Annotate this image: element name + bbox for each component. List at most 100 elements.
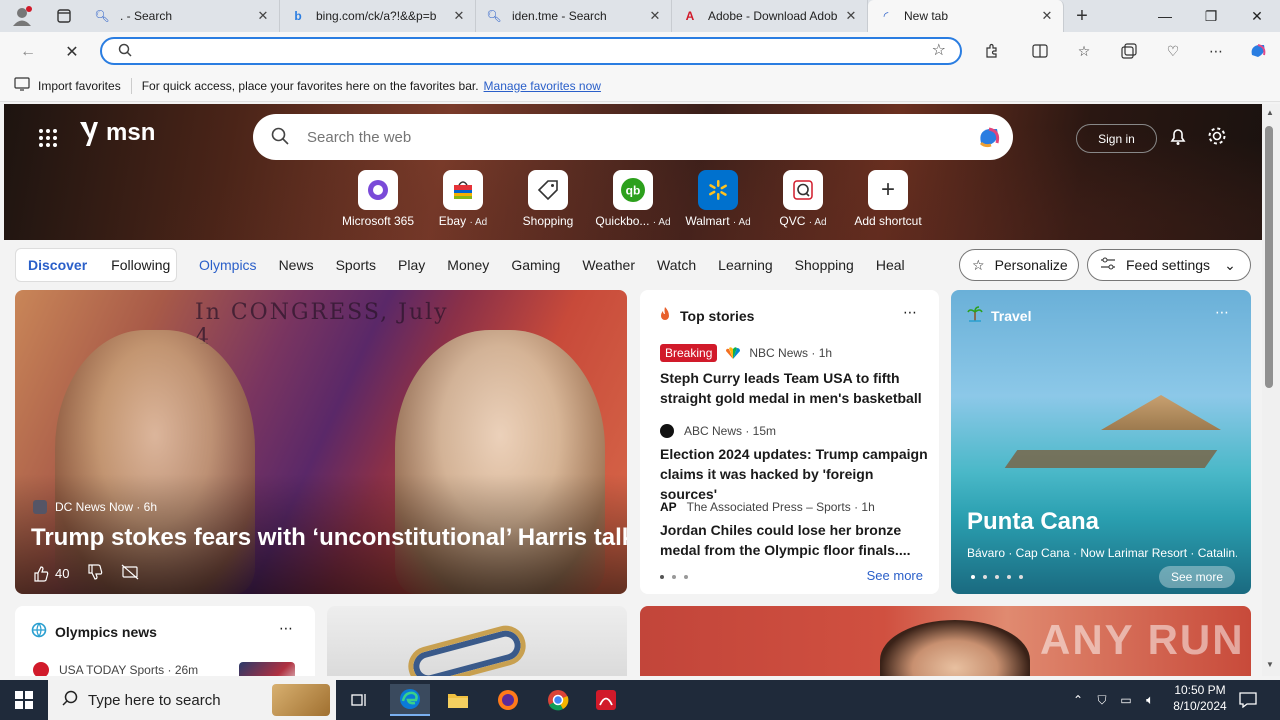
nav-link-olympics[interactable]: Olympics bbox=[199, 257, 257, 273]
windows-start-icon[interactable] bbox=[0, 680, 48, 720]
like-button[interactable]: 40 bbox=[33, 565, 69, 582]
story-title[interactable]: Jordan Chiles could lose her bronze meda… bbox=[660, 520, 930, 560]
notifications-center-icon[interactable] bbox=[1236, 684, 1260, 716]
travel-place[interactable]: Punta Cana bbox=[967, 508, 1099, 536]
split-screen-icon[interactable] bbox=[1028, 40, 1052, 62]
notifications-bell-icon[interactable] bbox=[1168, 126, 1188, 151]
nav-link-news[interactable]: News bbox=[279, 257, 314, 273]
task-view-icon[interactable] bbox=[340, 684, 380, 716]
taskbar-search-box[interactable]: Type here to search bbox=[48, 680, 336, 720]
network-shield-icon[interactable]: ⛉ bbox=[1092, 684, 1112, 716]
close-window-button[interactable]: ✕ bbox=[1234, 0, 1280, 32]
travel-see-more-button[interactable]: See more bbox=[1158, 566, 1235, 588]
story-item[interactable]: ABC News · 15m Election 2024 updates: Tr… bbox=[660, 424, 930, 504]
hero-story-card[interactable]: In CONGRESS, July 4 DC News Now · 6h Tru… bbox=[15, 290, 627, 594]
new-tab-button[interactable]: + bbox=[1064, 0, 1100, 32]
settings-more-icon[interactable]: ⋯ bbox=[1204, 40, 1228, 62]
shortcut-microsoft-365[interactable]: Microsoft 365 bbox=[338, 170, 418, 228]
hero-headline[interactable]: Trump stokes fears with ‘unconstitutiona… bbox=[31, 524, 627, 552]
taskbar-firefox-icon[interactable] bbox=[488, 684, 528, 716]
restore-button[interactable]: ❐ bbox=[1188, 0, 1234, 32]
web-search-input[interactable] bbox=[307, 126, 947, 148]
tab-discover[interactable]: Discover bbox=[16, 257, 99, 273]
tab-following[interactable]: Following bbox=[99, 257, 182, 273]
back-button[interactable]: ← bbox=[16, 40, 40, 64]
copilot-icon[interactable] bbox=[975, 123, 1003, 154]
tab-new-tab[interactable]: ◜ New tab ✕ bbox=[868, 0, 1064, 32]
scroll-up-arrow-icon[interactable]: ▲ bbox=[1266, 108, 1274, 117]
personalize-button[interactable]: ☆ Personalize bbox=[959, 249, 1079, 281]
web-search-box[interactable] bbox=[253, 114, 1013, 160]
network-icon[interactable]: ▭ bbox=[1116, 684, 1136, 716]
nav-link-play[interactable]: Play bbox=[398, 257, 425, 273]
tab-search-2[interactable]: 🔍︎ iden.tme - Search ✕ bbox=[476, 0, 672, 32]
nav-link-gaming[interactable]: Gaming bbox=[511, 257, 560, 273]
browser-essentials-icon[interactable]: ♡ bbox=[1161, 40, 1185, 62]
shortcut-qvc[interactable]: QVC · Ad bbox=[763, 170, 843, 228]
close-tab-icon[interactable]: ✕ bbox=[255, 8, 271, 24]
copilot-icon[interactable] bbox=[1246, 40, 1270, 62]
feed-settings-button[interactable]: Feed settings ⌄ bbox=[1087, 249, 1251, 281]
taskbar-clock[interactable]: 10:50 PM 8/10/2024 bbox=[1160, 682, 1240, 714]
nav-link-sports[interactable]: Sports bbox=[336, 257, 376, 273]
hide-story-icon[interactable] bbox=[121, 564, 139, 583]
see-more-link[interactable]: See more bbox=[867, 568, 923, 583]
travel-card[interactable]: Travel ⋯ Punta Cana Bávaro · Cap Cana · … bbox=[951, 290, 1251, 594]
more-options-icon[interactable]: ⋯ bbox=[903, 304, 917, 321]
favorite-star-icon[interactable]: ☆ bbox=[932, 40, 946, 60]
favorites-icon[interactable]: ☆ bbox=[1072, 40, 1096, 62]
manage-favorites-link[interactable]: Manage favorites now bbox=[484, 79, 601, 93]
video-story-card[interactable]: ANY RUN bbox=[640, 606, 1251, 676]
taskbar-chrome-icon[interactable] bbox=[538, 684, 578, 716]
import-favorites-link[interactable]: Import favorites bbox=[38, 79, 121, 93]
minimize-button[interactable]: — bbox=[1142, 0, 1188, 32]
shortcut-walmart[interactable]: Walmart · Ad bbox=[678, 170, 758, 228]
close-tab-icon[interactable]: ✕ bbox=[843, 8, 859, 24]
story-item[interactable]: Breaking NBC News · 1h Steph Curry leads… bbox=[660, 344, 930, 408]
tab-adobe[interactable]: A Adobe - Download Adob ✕ bbox=[672, 0, 868, 32]
apps-grid-icon[interactable] bbox=[38, 128, 58, 151]
tab-search-1[interactable]: 🔍︎ . - Search ✕ bbox=[84, 0, 280, 32]
taskbar-file-explorer-icon[interactable] bbox=[438, 684, 478, 716]
nav-link-watch[interactable]: Watch bbox=[657, 257, 696, 273]
shortcut-ebay[interactable]: Ebay · Ad bbox=[423, 170, 503, 228]
taskbar-acrobat-icon[interactable] bbox=[586, 684, 626, 716]
tab-bing[interactable]: b bing.com/ck/a?!&&p=b ✕ bbox=[280, 0, 476, 32]
shortcut-quickbooks[interactable]: qb Quickbo... · Ad bbox=[593, 170, 673, 228]
msn-logo[interactable]: msn bbox=[76, 118, 155, 148]
jewelry-story-card[interactable] bbox=[327, 606, 627, 676]
story-title[interactable]: Steph Curry leads Team USA to fifth stra… bbox=[660, 368, 930, 408]
address-bar[interactable]: ☆ bbox=[100, 37, 962, 65]
taskbar-edge-icon[interactable] bbox=[390, 684, 430, 716]
more-options-icon[interactable]: ⋯ bbox=[279, 620, 293, 637]
settings-gear-icon[interactable] bbox=[1207, 126, 1227, 151]
nav-link-learning[interactable]: Learning bbox=[718, 257, 773, 273]
add-shortcut-button[interactable]: + Add shortcut bbox=[848, 170, 928, 228]
nav-link-money[interactable]: Money bbox=[447, 257, 489, 273]
close-tab-icon[interactable]: ✕ bbox=[1039, 8, 1055, 24]
more-options-icon[interactable]: ⋯ bbox=[1215, 304, 1229, 321]
extensions-icon[interactable] bbox=[980, 40, 1004, 62]
story-title[interactable]: Election 2024 updates: Trump campaign cl… bbox=[660, 444, 930, 504]
collections-icon[interactable] bbox=[1117, 40, 1141, 62]
sign-in-button[interactable]: Sign in bbox=[1076, 124, 1157, 153]
olympics-header: Olympics news bbox=[31, 622, 157, 641]
tab-actions-icon[interactable] bbox=[44, 0, 84, 32]
volume-icon[interactable]: 🔈︎ bbox=[1140, 684, 1160, 716]
show-hidden-icons-chevron-icon[interactable]: ⌃ bbox=[1068, 684, 1088, 716]
scrollbar-thumb[interactable] bbox=[1265, 126, 1273, 388]
close-tab-icon[interactable]: ✕ bbox=[451, 8, 467, 24]
profile-icon[interactable] bbox=[0, 0, 44, 32]
nav-link-health[interactable]: Heal bbox=[876, 257, 905, 273]
close-tab-icon[interactable]: ✕ bbox=[647, 8, 663, 24]
scroll-down-arrow-icon[interactable]: ▼ bbox=[1266, 660, 1274, 669]
olympics-news-item[interactable]: USA TODAY Sports · 26m bbox=[33, 662, 198, 676]
address-input[interactable] bbox=[148, 42, 908, 60]
nav-link-shopping[interactable]: Shopping bbox=[795, 257, 854, 273]
stop-button[interactable]: ✕ bbox=[60, 40, 84, 64]
search-icon: 🔍︎ bbox=[94, 9, 110, 23]
dislike-icon[interactable] bbox=[87, 564, 103, 583]
nav-link-weather[interactable]: Weather bbox=[582, 257, 635, 273]
shortcut-shopping[interactable]: Shopping bbox=[508, 170, 588, 228]
story-item[interactable]: AP The Associated Press – Sports · 1h Jo… bbox=[660, 500, 930, 560]
